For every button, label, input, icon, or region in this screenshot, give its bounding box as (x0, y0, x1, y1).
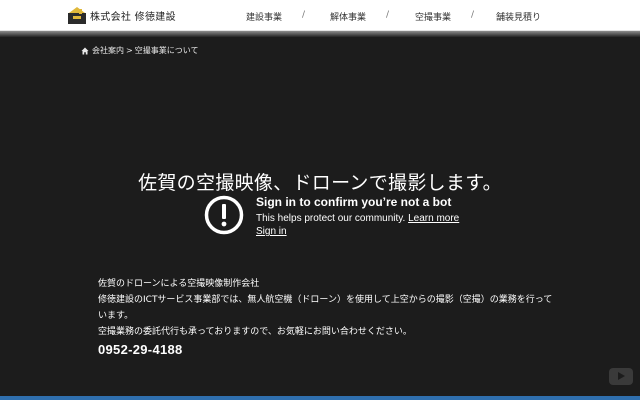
nav-item-construction[interactable]: 建設事業 (246, 10, 282, 23)
hero-title: 佐賀の空撮映像、ドローンで撮影します。 (138, 172, 502, 194)
nav-separator: / (386, 10, 390, 20)
company-info: 佐賀のドローンによる空撮映像制作会社 修徳建設のICTサービス事業部では、無人航… (98, 276, 568, 340)
learn-more-link[interactable]: Learn more (408, 213, 459, 224)
breadcrumb-home[interactable]: 会社案内 (92, 45, 124, 56)
breadcrumb: 会社案内 > 空撮事業について (81, 45, 198, 56)
youtube-logo-icon[interactable] (609, 368, 633, 385)
info-line: 修徳建設のICTサービス事業部では、無人航空機（ドローン）を使用して上空からの撮… (98, 295, 553, 305)
home-icon (81, 47, 89, 55)
nav-separator: / (471, 10, 475, 20)
play-icon (618, 372, 625, 380)
video-bot-check: Sign in to confirm you’re not a bot This… (204, 195, 464, 243)
bot-check-message: This helps protect our community. Learn … (256, 213, 459, 224)
nav-separator: / (302, 10, 306, 20)
bot-check-heading: Sign in to confirm you’re not a bot (256, 195, 452, 209)
info-line: います。 (98, 311, 134, 321)
nav-item-aerial[interactable]: 空撮事業 (415, 10, 451, 23)
info-line: 佐賀のドローンによる空撮映像制作会社 (98, 279, 260, 289)
nav-item-demolition[interactable]: 解体事業 (330, 10, 366, 23)
bot-check-message-text: This helps protect our community. (256, 213, 406, 224)
info-line: 空撮業務の委託代行も承っておりますので、お気軽にお問い合わせください。 (98, 327, 412, 337)
bottom-accent-bar (0, 396, 640, 400)
header-shadow (0, 31, 640, 37)
nav-item-paving-estimate[interactable]: 舗装見積り (496, 10, 541, 23)
breadcrumb-separator: > (126, 46, 133, 55)
breadcrumb-current: 空撮事業について (134, 46, 199, 55)
site-header: 株式会社 修徳建設 建設事業 / 解体事業 / 空撮事業 / 舗装見積り (0, 0, 640, 31)
main-nav: 建設事業 / 解体事業 / 空撮事業 / 舗装見積り (0, 10, 640, 24)
sign-in-link[interactable]: Sign in (256, 226, 287, 237)
phone-number[interactable]: 0952-29-4188 (98, 342, 183, 357)
alert-circle-icon (204, 195, 244, 235)
